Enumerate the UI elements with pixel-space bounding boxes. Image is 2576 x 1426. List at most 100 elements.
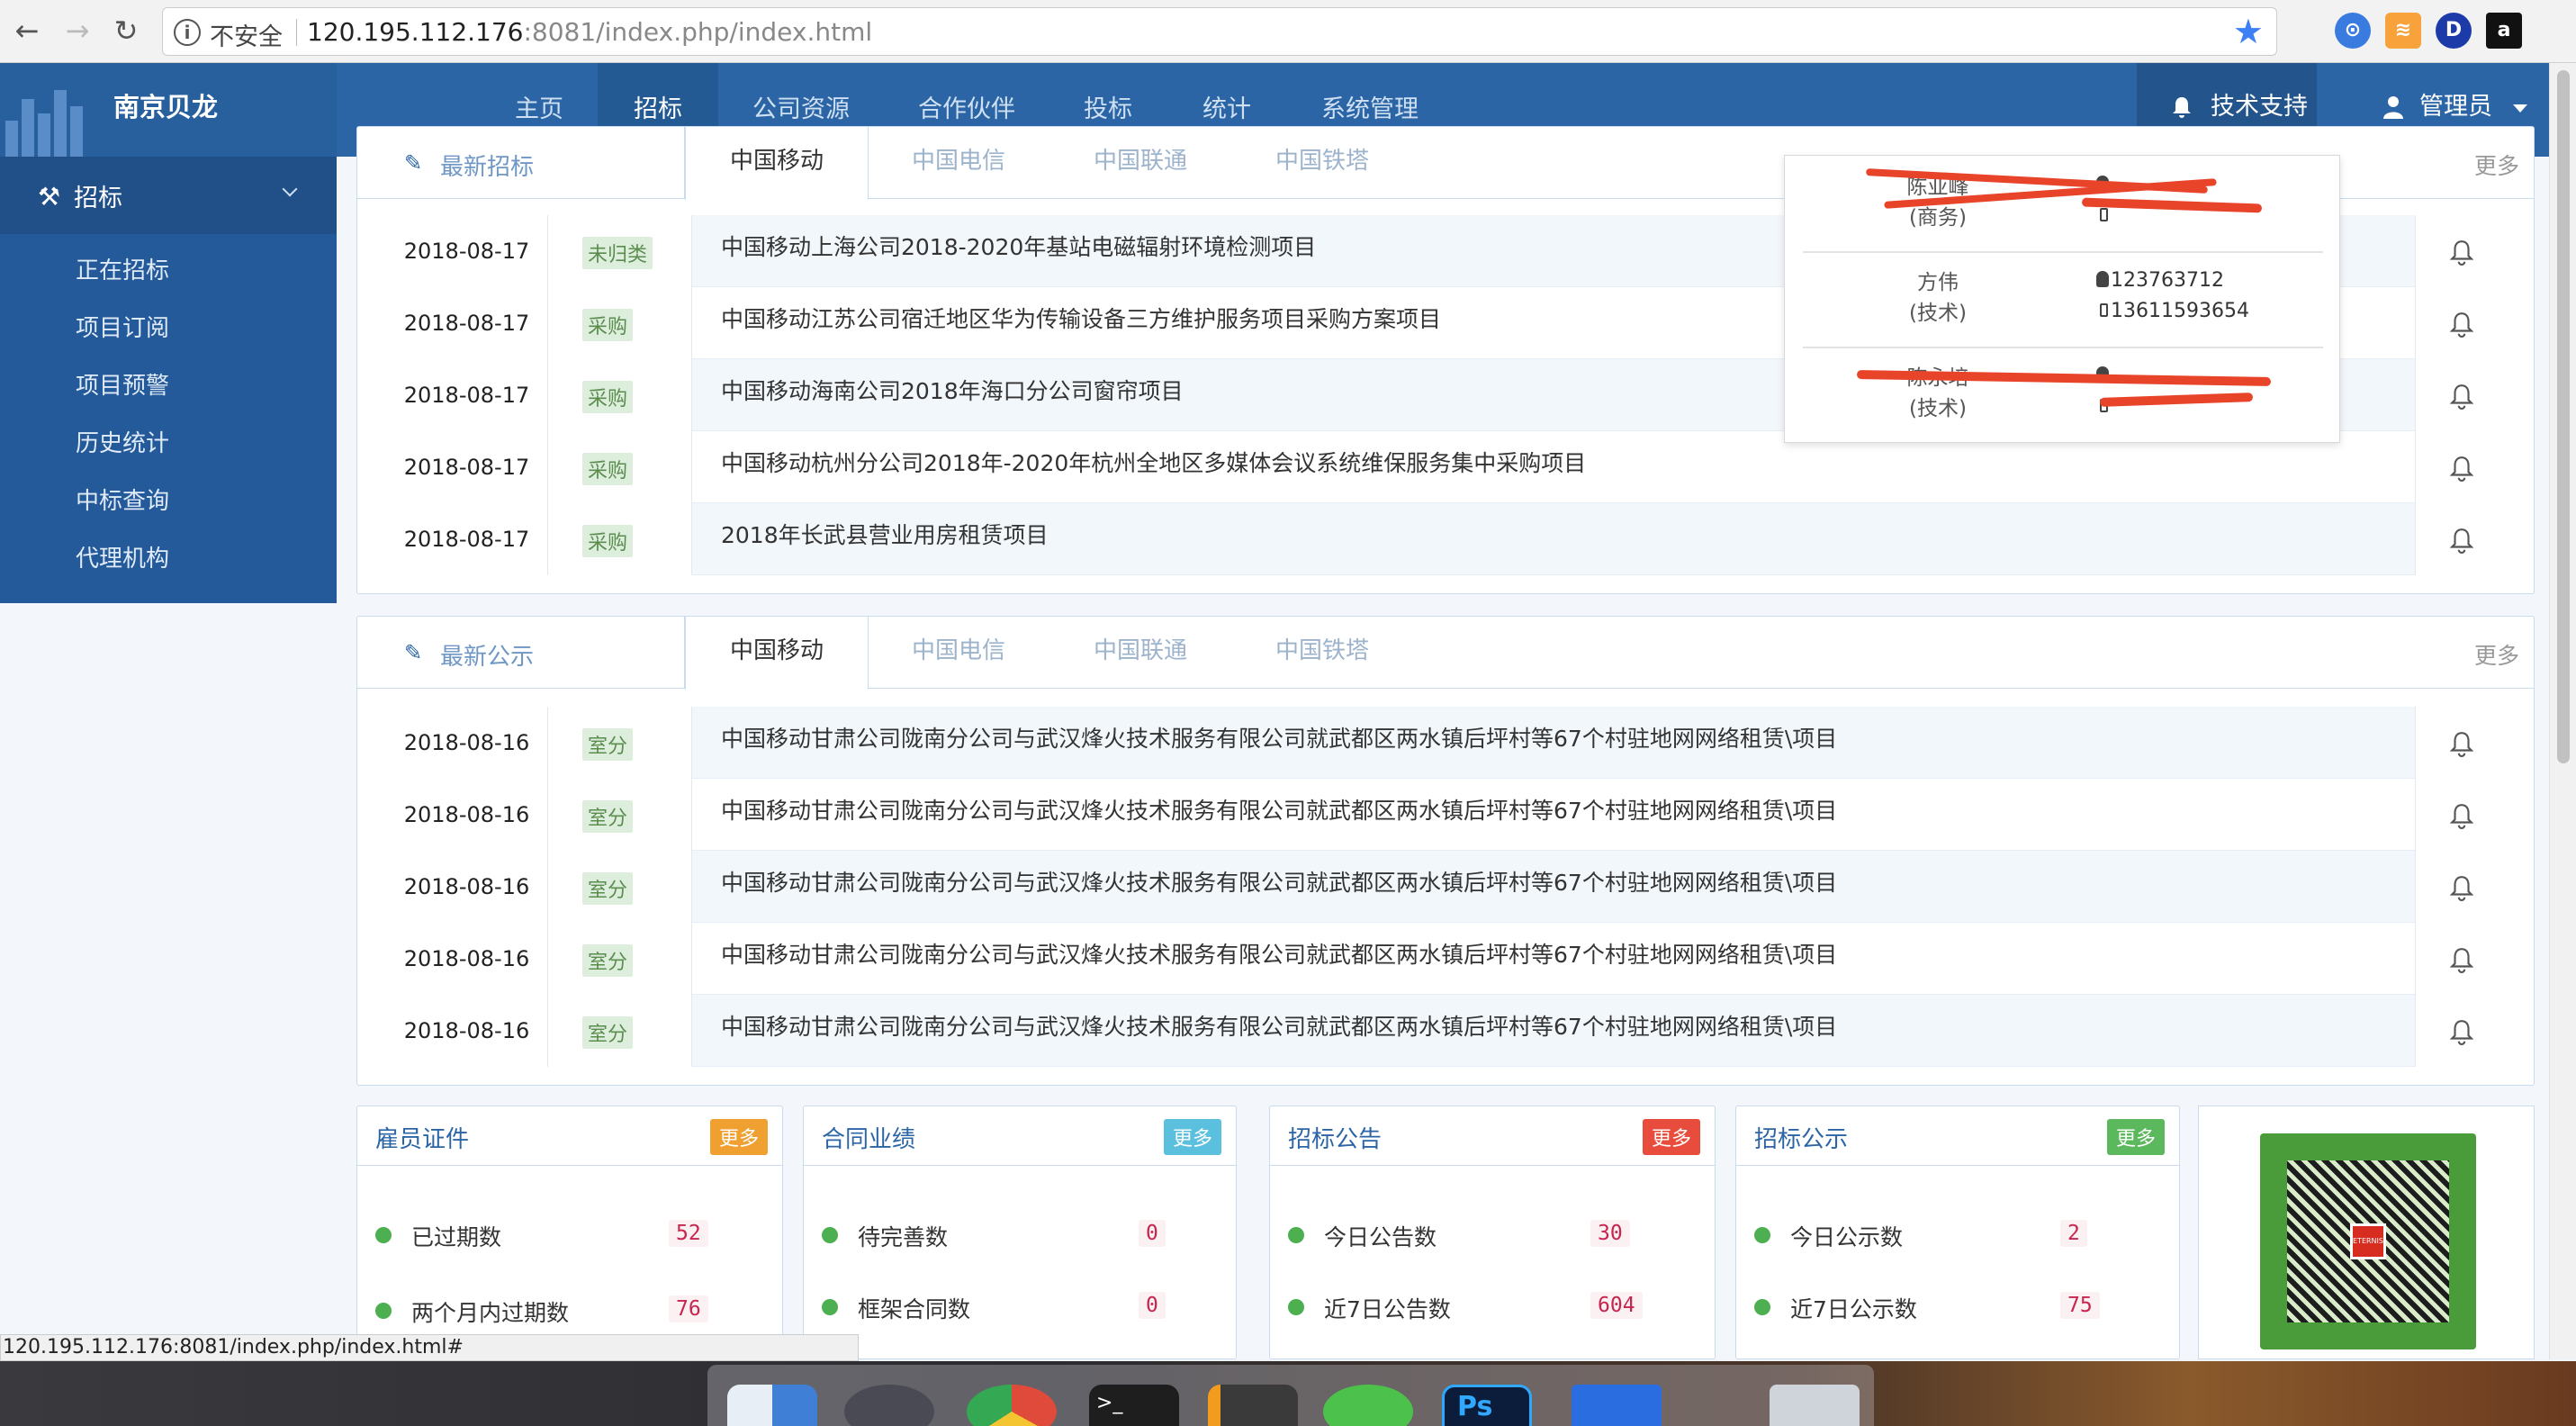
status-dot xyxy=(1754,1227,1770,1243)
tab-china-telecom[interactable]: 中国电信 xyxy=(869,617,1049,689)
sidebar-item-warning[interactable]: 项目预警 xyxy=(76,367,169,401)
url-host: 120.195.112.176 xyxy=(307,17,524,47)
subscribe-bell[interactable] xyxy=(2415,995,2505,1067)
stat-item[interactable]: 待完善数 0 xyxy=(822,1216,1254,1252)
info-icon[interactable]: i xyxy=(174,19,201,46)
tab-china-tower[interactable]: 中国铁塔 xyxy=(1232,617,1412,689)
sidebar-item-award-query[interactable]: 中标查询 xyxy=(76,483,169,516)
row-title-link[interactable]: 中国移动甘肃公司陇南分公司与武汉烽火技术服务有限公司就武都区两水镇后坪村等67个… xyxy=(721,995,1837,1067)
sublime-icon[interactable] xyxy=(1208,1385,1298,1426)
subscribe-bell[interactable] xyxy=(2415,923,2505,995)
subscribe-bell[interactable] xyxy=(2415,851,2505,923)
subscribe-bell[interactable] xyxy=(2415,707,2505,779)
more-link[interactable]: 更多 xyxy=(2474,149,2519,181)
status-dot xyxy=(822,1299,838,1315)
scrollbar-thumb[interactable] xyxy=(2557,70,2570,763)
pen-icon: ✎ xyxy=(404,150,423,176)
table-row[interactable]: 2018-08-16 室分 中国移动甘肃公司陇南分公司与武汉烽火技术服务有限公司… xyxy=(386,707,2505,779)
d-ext-icon[interactable]: D xyxy=(2436,13,2472,49)
subscribe-bell[interactable] xyxy=(2415,287,2505,359)
more-link[interactable]: 更多 xyxy=(2474,638,2519,671)
stat-item[interactable]: 近7日公示数 75 xyxy=(1754,1288,2197,1324)
subscribe-bell[interactable] xyxy=(2415,215,2505,287)
row-title-link[interactable]: 中国移动甘肃公司陇南分公司与武汉烽火技术服务有限公司就武都区两水镇后坪村等67个… xyxy=(721,851,1837,923)
stat-label: 近7日公告数 xyxy=(1324,1296,1451,1322)
contact-item: 陈亚峰 (商务) xyxy=(1785,156,2341,251)
status-dot xyxy=(1288,1299,1304,1315)
tab-china-mobile[interactable]: 中国移动 xyxy=(685,127,869,200)
row-title-link[interactable]: 中国移动上海公司2018-2020年基站电磁辐射环境检测项目 xyxy=(721,215,1316,287)
launchpad-icon[interactable] xyxy=(844,1385,934,1426)
tab-china-telecom[interactable]: 中国电信 xyxy=(869,127,1049,199)
stat-item[interactable]: 今日公示数 2 xyxy=(1754,1216,2197,1252)
link-status-bar: 120.195.112.176:8081/index.php/index.htm… xyxy=(0,1334,859,1361)
address-bar[interactable]: i 不安全 120.195.112.176:8081/index.php/ind… xyxy=(162,7,2277,56)
tab-china-unicom[interactable]: 中国联通 xyxy=(1049,127,1232,199)
row-title-link[interactable]: 2018年长武县营业用房租赁项目 xyxy=(721,503,1049,575)
panel-title-label: 最新招标 xyxy=(440,154,535,181)
subscribe-bell[interactable] xyxy=(2415,359,2505,431)
stat-item[interactable]: 今日公告数 30 xyxy=(1288,1216,1733,1252)
card-more-button[interactable]: 更多 xyxy=(1642,1119,1700,1155)
back-arrow-icon[interactable]: ← xyxy=(9,13,45,49)
sidebar-section-bidding[interactable]: ⚒ 招标 xyxy=(0,157,337,234)
contact-phone[interactable]: 13611593654 xyxy=(2111,300,2249,322)
tab-china-unicom[interactable]: 中国联通 xyxy=(1049,617,1232,689)
card-more-button[interactable]: 更多 xyxy=(2106,1119,2165,1155)
subscribe-bell[interactable] xyxy=(2415,431,2505,503)
row-title-link[interactable]: 中国移动甘肃公司陇南分公司与武汉烽火技术服务有限公司就武都区两水镇后坪村等67个… xyxy=(721,923,1837,995)
table-row[interactable]: 2018-08-16 室分 中国移动甘肃公司陇南分公司与武汉烽火技术服务有限公司… xyxy=(386,779,2505,851)
rss-icon[interactable]: ≋ xyxy=(2385,13,2421,49)
row-date: 2018-08-17 xyxy=(386,431,548,503)
sidebar-item-ongoing[interactable]: 正在招标 xyxy=(76,252,169,285)
stat-value: 0 xyxy=(1139,1292,1166,1319)
finder-icon[interactable] xyxy=(727,1385,817,1426)
stat-item[interactable]: 框架合同数 0 xyxy=(822,1288,1254,1324)
sidebar-item-history[interactable]: 历史统计 xyxy=(76,425,169,458)
page-scrollbar[interactable] xyxy=(2549,63,2576,1359)
row-date: 2018-08-17 xyxy=(386,359,548,431)
row-title-link[interactable]: 中国移动杭州分公司2018年-2020年杭州全地区多媒体会议系统维保服务集中采购… xyxy=(721,431,1586,503)
table-row[interactable]: 2018-08-16 室分 中国移动甘肃公司陇南分公司与武汉烽火技术服务有限公司… xyxy=(386,923,2505,995)
stat-item[interactable]: 近7日公告数 604 xyxy=(1288,1288,1733,1324)
table-row[interactable]: 2018-08-16 室分 中国移动甘肃公司陇南分公司与武汉烽火技术服务有限公司… xyxy=(386,995,2505,1067)
brand[interactable]: 南京贝龙 xyxy=(0,63,337,157)
row-title-link[interactable]: 中国移动江苏公司宿迁地区华为传输设备三方维护服务项目采购方案项目 xyxy=(721,287,1441,359)
row-title-link[interactable]: 中国移动甘肃公司陇南分公司与武汉烽火技术服务有限公司就武都区两水镇后坪村等67个… xyxy=(721,707,1837,779)
stat-item[interactable]: 已过期数 52 xyxy=(375,1216,800,1252)
contact-role: (技术) xyxy=(1909,397,1967,420)
sidebar-item-agency[interactable]: 代理机构 xyxy=(76,540,169,573)
table-row[interactable]: 2018-08-17 采购 2018年长武县营业用房租赁项目 xyxy=(386,503,2505,575)
stat-label: 今日公示数 xyxy=(1790,1224,1904,1250)
trash-icon[interactable] xyxy=(1770,1385,1860,1426)
table-row[interactable]: 2018-08-16 室分 中国移动甘肃公司陇南分公司与武汉烽火技术服务有限公司… xyxy=(386,851,2505,923)
amazon-icon[interactable]: a xyxy=(2486,13,2522,49)
url-text[interactable]: 120.195.112.176:8081/index.php/index.htm… xyxy=(307,17,872,47)
contact-qq[interactable]: 123763712 xyxy=(2111,269,2224,292)
reload-icon[interactable]: ↻ xyxy=(108,13,144,49)
subscribe-bell[interactable] xyxy=(2415,503,2505,575)
bell-icon xyxy=(2450,240,2473,266)
status-dot xyxy=(1754,1299,1770,1315)
wechat-icon[interactable] xyxy=(1323,1385,1413,1426)
bookmark-star-icon[interactable]: ★ xyxy=(2233,12,2264,51)
subscribe-bell[interactable] xyxy=(2415,779,2505,851)
tab-china-tower[interactable]: 中国铁塔 xyxy=(1232,127,1412,199)
card-more-button[interactable]: 更多 xyxy=(1163,1119,1221,1155)
row-title-link[interactable]: 中国移动甘肃公司陇南分公司与武汉烽火技术服务有限公司就武都区两水镇后坪村等67个… xyxy=(721,779,1837,851)
user-icon xyxy=(2383,96,2403,119)
photoshop-icon[interactable]: Ps xyxy=(1442,1385,1532,1426)
chrome-icon[interactable] xyxy=(967,1385,1057,1426)
bell-icon xyxy=(2450,1020,2473,1045)
terminal-icon[interactable]: >_ xyxy=(1089,1385,1179,1426)
chrome-ext-icon[interactable]: ⊙ xyxy=(2335,13,2371,49)
webstorm-icon[interactable] xyxy=(1572,1385,1662,1426)
tab-china-mobile[interactable]: 中国移动 xyxy=(685,617,869,690)
stat-value: 604 xyxy=(1590,1292,1643,1319)
forward-arrow-icon[interactable]: → xyxy=(59,13,95,49)
card-more-button[interactable]: 更多 xyxy=(709,1119,768,1155)
row-title-link[interactable]: 中国移动海南公司2018年海口分公司窗帘项目 xyxy=(721,359,1184,431)
browser-toolbar: ← → ↻ i 不安全 120.195.112.176:8081/index.p… xyxy=(0,0,2576,63)
sidebar-item-subscription[interactable]: 项目订阅 xyxy=(76,310,169,343)
stat-item[interactable]: 两个月内过期数 76 xyxy=(375,1292,800,1328)
